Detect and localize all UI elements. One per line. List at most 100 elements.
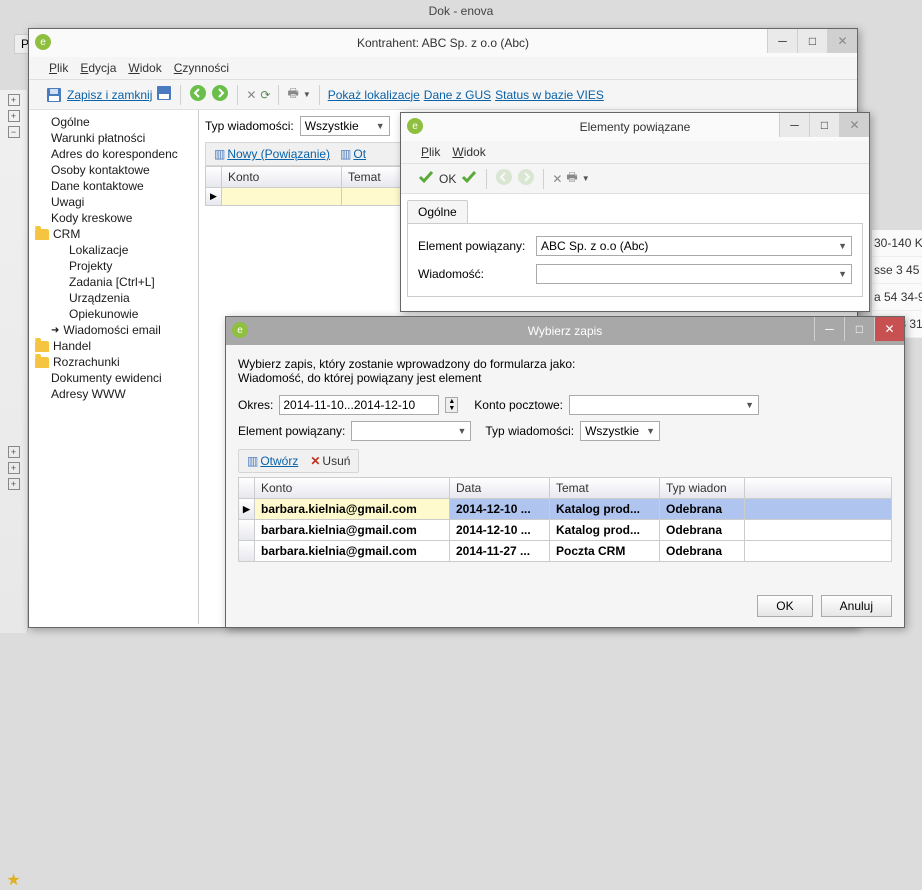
element-label: Element powiązany: bbox=[238, 424, 345, 438]
typ-combo[interactable]: Wszystkie▼ bbox=[300, 116, 390, 136]
ok-button[interactable]: OK bbox=[757, 595, 812, 617]
konto-combo[interactable]: ▼ bbox=[569, 395, 759, 415]
dropdown-icon[interactable]: ▼ bbox=[582, 174, 590, 183]
element-combo[interactable]: ▼ bbox=[351, 421, 471, 441]
tree-item[interactable]: Lokalizacje bbox=[33, 242, 194, 258]
new-link-button[interactable]: Nowy (Powiązanie) bbox=[227, 147, 330, 161]
minimize-button[interactable]: ─ bbox=[779, 113, 809, 137]
delete-button[interactable]: Usuń bbox=[322, 454, 350, 468]
okres-input[interactable] bbox=[279, 395, 439, 415]
nav-forward-icon[interactable] bbox=[517, 168, 535, 189]
arrow-icon: ➜ bbox=[51, 325, 59, 336]
window-title: Kontrahent: ABC Sp. z o.o (Abc) bbox=[357, 36, 529, 50]
tree-item[interactable]: Warunki płatności bbox=[33, 130, 194, 146]
delete-x-icon[interactable]: ✕ bbox=[310, 454, 320, 468]
dropdown-icon[interactable]: ▼ bbox=[303, 90, 311, 99]
menu-plik[interactable]: Plik bbox=[421, 145, 440, 159]
nav-back-icon[interactable] bbox=[189, 84, 207, 105]
wybierz-window: e Wybierz zapis ─ □ ✕ Wybierz zapis, któ… bbox=[225, 316, 905, 628]
open-button[interactable]: Ot bbox=[353, 147, 366, 161]
instruction-text2: Wiadomość, do której powiązany jest elem… bbox=[238, 371, 892, 385]
tree-expand-icon[interactable]: + bbox=[8, 462, 20, 474]
tools-icon[interactable]: ✕ bbox=[246, 88, 256, 102]
close-button[interactable]: ✕ bbox=[839, 113, 869, 137]
tree-item-mail[interactable]: ➜ Wiadomości email bbox=[33, 322, 194, 338]
minimize-button[interactable]: ─ bbox=[814, 317, 844, 341]
col-data[interactable]: Data bbox=[450, 478, 550, 498]
refresh-icon[interactable]: ⟳ bbox=[260, 88, 270, 102]
tree-item[interactable]: Osoby kontaktowe bbox=[33, 162, 194, 178]
menu-widok[interactable]: Widok bbox=[452, 145, 485, 159]
nav-back-icon[interactable] bbox=[495, 168, 513, 189]
tree-collapse-icon[interactable]: − bbox=[8, 126, 20, 138]
calendar-icon[interactable]: ▥ bbox=[214, 147, 225, 161]
tree-item[interactable]: Zadania [Ctrl+L] bbox=[33, 274, 194, 290]
tree-item[interactable]: Adres do korespondenc bbox=[33, 146, 194, 162]
col-konto[interactable]: Konto bbox=[222, 167, 342, 187]
tree-expand-icon[interactable]: + bbox=[8, 94, 20, 106]
tree-item[interactable]: Ogólne bbox=[33, 114, 194, 130]
tree-item[interactable]: Urządzenia bbox=[33, 290, 194, 306]
nav-forward-icon[interactable] bbox=[211, 84, 229, 105]
save-icon[interactable] bbox=[156, 85, 172, 104]
tree-item[interactable]: Opiekunowie bbox=[33, 306, 194, 322]
save-and-close-button[interactable]: Zapisz i zamknij bbox=[67, 88, 152, 102]
tree-item[interactable]: Uwagi bbox=[33, 194, 194, 210]
cancel-button[interactable]: Anuluj bbox=[821, 595, 892, 617]
element-label: Element powiązany: bbox=[418, 239, 528, 253]
tools-icon[interactable]: ✕ bbox=[552, 172, 562, 186]
tree-folder-rozrachunki[interactable]: Rozrachunki bbox=[33, 354, 194, 370]
col-temat[interactable]: Temat bbox=[550, 478, 660, 498]
ok-check-icon[interactable] bbox=[417, 168, 435, 189]
toolbar-link-lokalizacje[interactable]: Pokaż lokalizacje bbox=[328, 88, 420, 102]
titlebar: e Kontrahent: ABC Sp. z o.o (Abc) ─ □ ✕ bbox=[29, 29, 857, 57]
wiadomosc-combo[interactable]: ▼ bbox=[536, 264, 852, 284]
tree-item[interactable]: Projekty bbox=[33, 258, 194, 274]
minimize-button[interactable]: ─ bbox=[767, 29, 797, 53]
close-button[interactable]: ✕ bbox=[874, 317, 904, 341]
window-title: Elementy powiązane bbox=[580, 120, 691, 134]
typ-combo[interactable]: Wszystkie▼ bbox=[580, 421, 660, 441]
tree-item[interactable]: Adresy WWW bbox=[33, 386, 194, 402]
toolbar-link-gus[interactable]: Dane z GUS bbox=[424, 88, 491, 102]
menu-widok[interactable]: Widok bbox=[128, 61, 161, 75]
menu-czynnosci[interactable]: Czynności bbox=[174, 61, 229, 75]
ok-label[interactable]: OK bbox=[439, 172, 456, 186]
save-disk-icon[interactable] bbox=[45, 86, 63, 104]
table-row[interactable]: barbara.kielnia@gmail.com 2014-12-10 ...… bbox=[238, 520, 892, 541]
tree-expand-icon[interactable]: + bbox=[8, 478, 20, 490]
tree-item[interactable]: Kody kreskowe bbox=[33, 210, 194, 226]
spinner[interactable]: ▲▼ bbox=[445, 397, 458, 413]
tree-expand-icon[interactable]: + bbox=[8, 110, 20, 122]
typ-label: Typ wiadomości: bbox=[205, 119, 294, 133]
tab-ogolne[interactable]: Ogólne bbox=[407, 200, 468, 223]
open-button[interactable]: Otwórz bbox=[260, 454, 298, 468]
toolbar-link-vies[interactable]: Status w bazie VIES bbox=[495, 88, 604, 102]
star-icon[interactable]: ★ bbox=[0, 870, 27, 890]
app-icon: e bbox=[35, 34, 51, 50]
open-icon[interactable]: ▥ bbox=[340, 147, 351, 161]
tree-item[interactable]: Dane kontaktowe bbox=[33, 178, 194, 194]
col-typ[interactable]: Typ wiadon bbox=[660, 478, 745, 498]
tree-item[interactable]: Dokumenty ewidenci bbox=[33, 370, 194, 386]
maximize-button[interactable]: □ bbox=[844, 317, 874, 341]
element-combo[interactable]: ABC Sp. z o.o (Abc)▼ bbox=[536, 236, 852, 256]
print-icon[interactable]: 🖶 bbox=[566, 168, 577, 189]
toolbar: Zapisz i zamknij ✕ ⟳ 🖶 ▼ Pokaż lokalizac… bbox=[29, 79, 857, 110]
menu-plik[interactable]: Plik bbox=[49, 61, 68, 75]
typ-label: Typ wiadomości: bbox=[485, 424, 574, 438]
tree-folder-crm[interactable]: CRM bbox=[33, 226, 194, 242]
tree-folder-handel[interactable]: Handel bbox=[33, 338, 194, 354]
print-icon[interactable]: 🖶 bbox=[287, 84, 298, 105]
close-button[interactable]: ✕ bbox=[827, 29, 857, 53]
tree-expand-icon[interactable]: + bbox=[8, 446, 20, 458]
app-icon: e bbox=[407, 118, 423, 134]
col-konto[interactable]: Konto bbox=[255, 478, 450, 498]
maximize-button[interactable]: □ bbox=[797, 29, 827, 53]
menu-edycja[interactable]: Edycja bbox=[80, 61, 116, 75]
table-row[interactable]: ▶ barbara.kielnia@gmail.com 2014-12-10 .… bbox=[238, 499, 892, 520]
check-icon[interactable] bbox=[460, 168, 478, 189]
maximize-button[interactable]: □ bbox=[809, 113, 839, 137]
table-row[interactable]: barbara.kielnia@gmail.com 2014-11-27 ...… bbox=[238, 541, 892, 562]
open-icon[interactable]: ▥ bbox=[247, 454, 258, 468]
